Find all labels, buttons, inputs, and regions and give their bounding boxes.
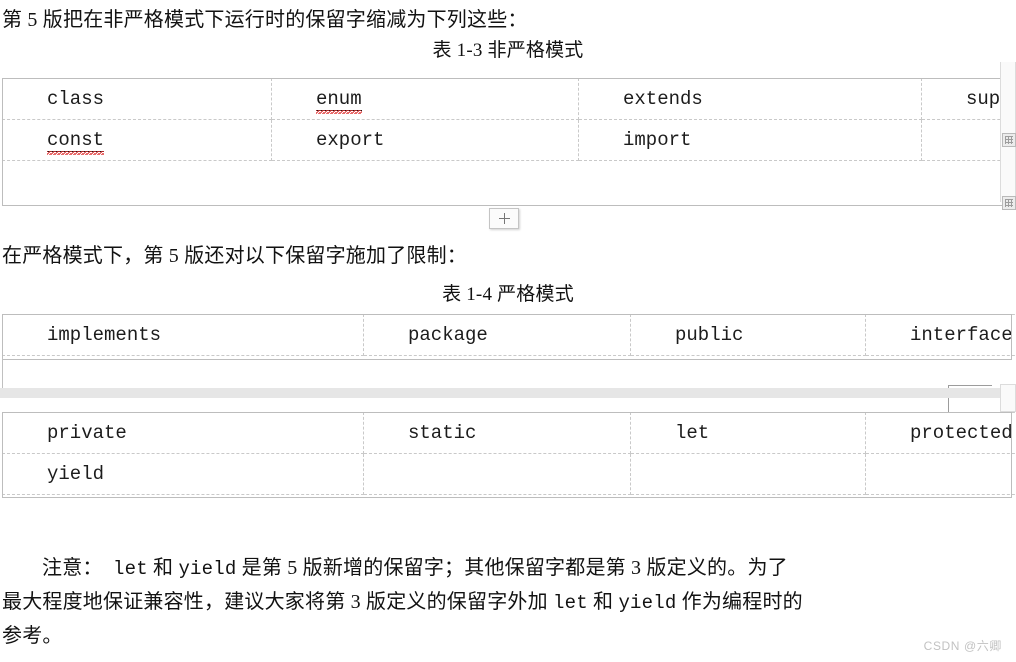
note-line-1: 注意： let 和 yield 是第 5 版新增的保留字；其他保留字都是第 3 …	[2, 552, 1008, 586]
table-caption-1-3: 表 1-3 非严格模式	[432, 40, 584, 61]
cell-interface[interactable]: interface	[865, 314, 1016, 356]
cell-public[interactable]: public	[630, 314, 866, 356]
cell-text: let	[675, 422, 710, 444]
note-conj: 和	[153, 557, 174, 579]
cell-text: implements	[47, 324, 162, 346]
note-lead: 注意：	[42, 557, 103, 579]
cell-text: static	[408, 422, 477, 444]
cell-text: extends	[623, 88, 703, 110]
document-page: 第 5 版把在非严格模式下运行时的保留字缩减为下列这些： 表 1-3 非严格模式…	[0, 0, 1016, 662]
cell-static[interactable]: static	[363, 412, 631, 454]
cell-extends[interactable]: extends	[578, 78, 922, 120]
table-move-handle-icon[interactable]	[1002, 133, 1016, 147]
paragraph-intro-strict: 在严格模式下，第 5 版还对以下保留字施加了限制：	[2, 245, 467, 267]
note-line-2-tail: 作为编程时的	[681, 591, 803, 613]
note-line-2-head: 最大程度地保证兼容性，建议大家将第 3 版定义的保留字外加	[2, 591, 548, 613]
keyword-let: let	[113, 558, 148, 580]
cell-text: export	[316, 129, 385, 151]
table-row[interactable]: implements package public interface	[2, 314, 1016, 356]
cell-text: interface	[910, 324, 1013, 346]
cell-package[interactable]: package	[363, 314, 631, 356]
page-break-right-mark	[948, 385, 992, 386]
page-break-scroll-handle[interactable]	[1000, 384, 1016, 412]
handle-grid-icon	[1005, 199, 1013, 207]
cell-yield[interactable]: yield	[2, 453, 364, 495]
table-row[interactable]: yield	[2, 453, 1016, 495]
cell-private[interactable]: private	[2, 412, 364, 454]
cell-enum[interactable]: enum	[271, 78, 579, 120]
cell-text: class	[47, 88, 105, 110]
note-line-3: 参考。	[2, 625, 63, 647]
page-break-separator	[0, 388, 1016, 398]
cell-implements[interactable]: implements	[2, 314, 364, 356]
cell-let[interactable]: let	[630, 412, 866, 454]
table-1-4-part-a[interactable]: implements package public interface	[2, 314, 1016, 356]
plus-icon	[498, 213, 510, 224]
paragraph-note: 注意： let 和 yield 是第 5 版新增的保留字；其他保留字都是第 3 …	[2, 552, 1008, 653]
cell-empty[interactable]	[363, 453, 631, 495]
cell-export[interactable]: export	[271, 119, 579, 161]
table-resize-handle-icon[interactable]	[1002, 196, 1016, 210]
note-line-1-tail: 是第 5 版新增的保留字；其他保留字都是第 3 版定义的。为了	[241, 557, 788, 579]
cell-text: public	[675, 324, 744, 346]
cell-const[interactable]: const	[2, 119, 272, 161]
table-right-rail	[1000, 62, 1016, 202]
cell-text: private	[47, 422, 127, 444]
keyword-yield: yield	[178, 558, 237, 580]
note-conj: 和	[593, 591, 614, 613]
note-line-2: 最大程度地保证兼容性，建议大家将第 3 版定义的保留字外加 let 和 yiel…	[2, 586, 1008, 620]
cell-text: package	[408, 324, 488, 346]
cell-text: protected	[910, 422, 1013, 444]
cell-text-misspelled: enum	[316, 87, 362, 114]
cell-protected[interactable]: protected	[865, 412, 1016, 454]
cell-text-misspelled: const	[47, 128, 105, 155]
table-row[interactable]: private static let protected	[2, 412, 1016, 454]
cell-import[interactable]: import	[578, 119, 922, 161]
csdn-watermark: CSDN @六卿	[923, 639, 1002, 653]
table-caption-1-4: 表 1-4 严格模式	[442, 284, 574, 305]
keyword-let: let	[553, 592, 588, 614]
cell-empty[interactable]	[865, 453, 1016, 495]
paragraph-intro-nonstrict: 第 5 版把在非严格模式下运行时的保留字缩减为下列这些：	[2, 9, 528, 31]
table-1-3[interactable]: class enum extends super const export im…	[2, 78, 1016, 161]
keyword-yield: yield	[618, 592, 677, 614]
add-row-button[interactable]	[489, 208, 519, 229]
table-1-4-part-b[interactable]: private static let protected yield	[2, 412, 1016, 495]
cell-text: yield	[47, 463, 105, 485]
handle-grid-icon	[1005, 136, 1013, 144]
table-row[interactable]: class enum extends super	[2, 78, 1016, 120]
cell-text: import	[623, 129, 692, 151]
cell-empty[interactable]	[630, 453, 866, 495]
cell-class[interactable]: class	[2, 78, 272, 120]
page-break-left-edge	[2, 358, 3, 388]
table-row[interactable]: const export import	[2, 119, 1016, 161]
